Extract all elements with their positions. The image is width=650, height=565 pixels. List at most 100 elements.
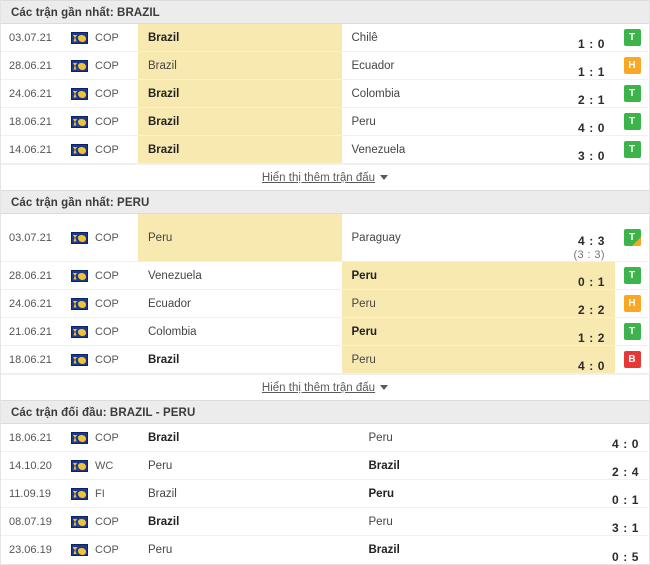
match-date: 18.06.21 [9,115,52,128]
table-row[interactable]: 03.07.21 COP Brazil Chilê 1 : 0 T [1,24,649,52]
away-team[interactable]: Ecuador [342,52,546,79]
table-row[interactable]: 18.06.21 COP Brazil Peru 4 : 0 B [1,346,649,374]
match-score[interactable]: 0 : 1 [545,262,615,289]
home-team[interactable]: Brazil [138,136,342,163]
home-team[interactable]: Brazil [138,508,359,535]
match-score[interactable]: 4 : 3 (3 : 3) [545,214,615,261]
status-badge-label: T [628,31,636,43]
home-team[interactable]: Brazil [138,480,359,507]
home-team-label: Brazil [148,143,180,156]
result-badge-cell: T [615,262,649,289]
competition-logo-cell [63,108,95,135]
home-team[interactable]: Brazil [138,52,342,79]
competition-logo-icon [70,269,88,282]
away-team[interactable]: Peru [341,318,545,345]
table-row[interactable]: 28.06.21 COP Brazil Ecuador 1 : 1 H [1,52,649,80]
away-team[interactable]: Peru [341,290,545,317]
table-row[interactable]: 14.06.21 COP Brazil Venezuela 3 : 0 T [1,136,649,164]
table-row[interactable]: 28.06.21 COP Venezuela Peru 0 : 1 T [1,262,649,290]
match-history-widget: Các trận gần nhất: BRAZIL 03.07.21 COP Braz… [0,0,650,565]
match-score[interactable]: 2 : 4 [579,452,649,479]
status-badge-label: H [628,59,636,71]
show-more-link[interactable]: Hiển thị thêm trận đấu [262,172,389,184]
chevron-down-icon [380,174,389,180]
match-date: 11.09.19 [9,487,52,500]
away-team[interactable]: Colombia [342,80,546,107]
away-team[interactable]: Peru [359,508,580,535]
table-row[interactable]: 23.06.19 COP Peru Brazil 0 : 5 [1,536,649,564]
home-team[interactable]: Venezuela [138,262,342,289]
section-header-recent-brazil: Các trận gần nhất: BRAZIL [1,0,649,24]
table-row[interactable]: 21.06.21 COP Colombia Peru 1 : 2 T [1,318,649,346]
table-row[interactable]: 24.06.21 COP Brazil Colombia 2 : 1 T [1,80,649,108]
show-more-link[interactable]: Hiển thị thêm trận đấu [262,382,389,394]
match-score[interactable]: 3 : 1 [579,508,649,535]
away-team-label: Peru [368,515,393,528]
match-score[interactable]: 2 : 2 [545,290,615,317]
away-team[interactable]: Peru [342,108,546,135]
table-row[interactable]: 24.06.21 COP Ecuador Peru 2 : 2 H [1,290,649,318]
competition-code: COP [95,59,119,72]
table-row[interactable]: 14.10.20 WC Peru Brazil 2 : 4 [1,452,649,480]
table-row[interactable]: 11.09.19 FI Brazil Peru 0 : 1 [1,480,649,508]
match-date: 14.06.21 [9,143,52,156]
match-score[interactable]: 4 : 0 [545,108,615,135]
away-team[interactable]: Peru [359,480,580,507]
away-team-label: Peru [351,269,378,282]
match-score[interactable]: 1 : 0 [545,24,615,51]
away-team[interactable]: Brazil [359,452,580,479]
table-row[interactable]: 08.07.19 COP Brazil Peru 3 : 1 [1,508,649,536]
status-badge-label: T [628,115,636,127]
home-team[interactable]: Colombia [138,318,342,345]
match-score[interactable]: 3 : 0 [545,136,615,163]
home-team[interactable]: Peru [138,214,342,261]
competition-code: COP [95,269,119,282]
away-team[interactable]: Peru [341,262,545,289]
home-team[interactable]: Brazil [138,80,342,107]
home-team[interactable]: Brazil [138,24,342,51]
home-team[interactable]: Brazil [138,424,359,451]
match-score[interactable]: 0 : 1 [579,480,649,507]
match-score[interactable]: 1 : 2 [545,318,615,345]
result-badge-cell: T [615,24,649,51]
competition-code: FI [95,487,105,500]
home-team-label: Peru [148,459,173,472]
score-fulltime: 2 : 2 [577,303,605,317]
score-fulltime: 4 : 3 [577,234,605,248]
status-badge: H [623,295,641,312]
home-team[interactable]: Brazil [138,346,342,373]
away-team[interactable]: Peru [341,346,545,373]
match-score[interactable]: 2 : 1 [545,80,615,107]
match-score[interactable]: 4 : 0 [545,346,615,373]
table-row[interactable]: 03.07.21 COP Peru Paraguay 4 : 3 (3 : 3) T [1,214,649,262]
home-team[interactable]: Brazil [138,108,342,135]
match-score[interactable]: 0 : 5 [579,536,649,564]
score-fulltime: 3 : 1 [611,521,639,535]
status-badge: B [623,351,641,368]
match-date: 03.07.21 [9,231,52,244]
competition-code: COP [95,325,119,338]
home-team[interactable]: Ecuador [138,290,342,317]
away-team[interactable]: Venezuela [342,136,546,163]
away-team[interactable]: Brazil [359,536,580,564]
competition-logo-cell [63,290,95,317]
table-row[interactable]: 18.06.21 COP Brazil Peru 4 : 0 [1,424,649,452]
competition-logo-icon [70,544,88,556]
away-team[interactable]: Peru [359,424,580,451]
match-score[interactable]: 1 : 1 [545,52,615,79]
table-row[interactable]: 18.06.21 COP Brazil Peru 4 : 0 T [1,108,649,136]
away-team[interactable]: Paraguay [342,214,546,261]
status-badge-label: T [628,325,636,337]
score-fulltime: 4 : 0 [611,437,639,451]
competition-logo-icon [70,459,88,472]
match-date: 21.06.21 [9,325,52,338]
match-score[interactable]: 4 : 0 [579,424,649,451]
competition-logo-icon [70,115,88,128]
home-team[interactable]: Peru [138,452,359,479]
away-team[interactable]: Chilê [342,24,546,51]
home-team-label: Brazil [148,515,180,528]
away-team-label: Peru [351,325,378,338]
away-team-label: Peru [351,115,376,128]
away-team-label: Venezuela [351,143,406,156]
home-team[interactable]: Peru [138,536,359,564]
